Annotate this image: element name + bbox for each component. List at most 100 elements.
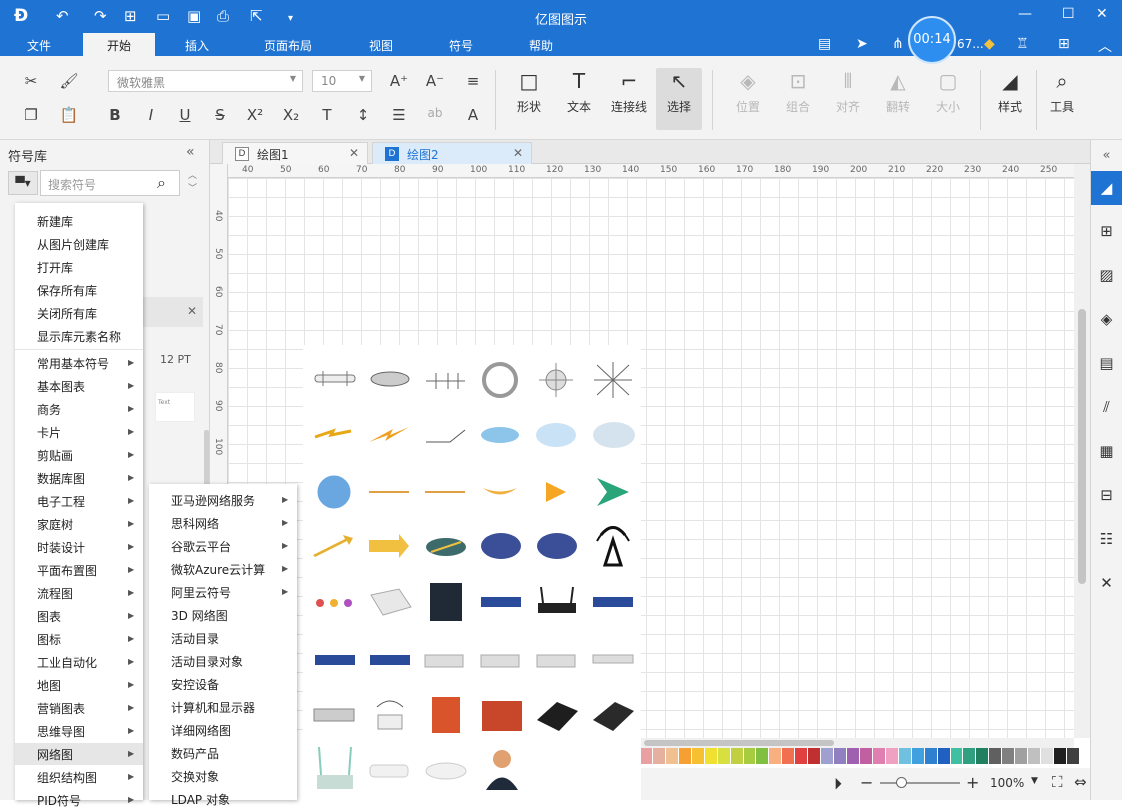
tab-page-layout[interactable]: 页面布局 (264, 37, 312, 54)
yellow-arrow-symbol[interactable] (313, 535, 353, 557)
menu-category-item[interactable]: 流程图 (37, 585, 73, 602)
align-button[interactable]: ⫴ 对齐 (826, 68, 870, 115)
wing-symbol[interactable] (483, 488, 517, 495)
tab-insert[interactable]: 插入 (185, 37, 209, 54)
color-swatch[interactable] (989, 748, 1002, 764)
network-submenu-item[interactable]: 安控设备 (171, 676, 219, 693)
library-group-header[interactable]: ✕ (143, 297, 203, 327)
color-swatch[interactable] (678, 748, 691, 764)
close-tab-icon[interactable]: ✕ (349, 146, 359, 160)
select-tool-button[interactable]: ↖ 选择 (656, 68, 702, 130)
size-button[interactable]: ▢ 大小 (926, 68, 970, 115)
table-panel-icon[interactable]: ▦ (1091, 442, 1122, 460)
fit-page-icon[interactable]: ⛶ (1052, 773, 1063, 791)
zoom-in-icon[interactable]: + (966, 773, 979, 792)
bullets-icon[interactable]: ☰ (388, 106, 410, 124)
globe-symbol[interactable] (316, 474, 352, 510)
color-swatch[interactable] (847, 748, 859, 764)
color-swatch[interactable] (924, 748, 937, 764)
menu-category-item[interactable]: 图标 (37, 631, 61, 648)
network-submenu-item[interactable]: 3D 网络图 (171, 607, 228, 624)
color-swatch[interactable] (950, 748, 963, 764)
color-swatch[interactable] (756, 748, 769, 764)
minimize-button[interactable]: — (1018, 6, 1032, 22)
italic-icon[interactable]: I (140, 106, 162, 124)
brick-firewall-symbol[interactable] (482, 701, 522, 731)
network-submenu-item[interactable]: 思科网络 (171, 515, 219, 532)
library-scroll-arrows[interactable]: ︿ ﹀ (188, 170, 197, 196)
network-submenu-item[interactable]: 活动目录对象 (171, 653, 243, 670)
wireless-ap-symbol[interactable] (370, 588, 412, 616)
color-swatch[interactable] (937, 748, 950, 764)
fill-panel-icon[interactable]: ◢ (1091, 171, 1122, 205)
line-spacing-icon[interactable]: ↕ (352, 106, 374, 124)
star-node-symbol[interactable] (539, 363, 573, 397)
copy-icon[interactable]: ❐ (20, 106, 42, 124)
network-switch-symbol[interactable] (593, 597, 633, 607)
connector-tool-button[interactable]: ⌐ 连接线 (607, 68, 651, 115)
block-arrow-symbol[interactable] (369, 534, 409, 558)
menu-category-item[interactable]: 卡片 (37, 424, 61, 441)
group-button[interactable]: ⊡ 组合 (776, 68, 820, 115)
triangle-arrow-symbol[interactable] (546, 482, 566, 502)
network-submenu-item[interactable]: 阿里云符号 (171, 584, 231, 601)
patch-panel-symbol[interactable] (424, 654, 464, 668)
align-text-icon[interactable]: ≡ (462, 72, 484, 90)
tab-file[interactable]: 文件 (27, 37, 51, 54)
menu-category-item[interactable]: 家庭树 (37, 516, 73, 533)
menu-category-item[interactable]: 网络图 (37, 746, 73, 763)
menu-category-item[interactable]: PID符号 (37, 792, 81, 809)
antenna-tower-symbol[interactable] (596, 526, 630, 567)
menu-category-item[interactable]: 平面布置图 (37, 562, 97, 579)
publish-icon[interactable]: ➤ (856, 36, 868, 52)
network-submenu-item[interactable]: 交换对象 (171, 768, 219, 785)
color-swatch[interactable] (1028, 748, 1041, 764)
font-size-select[interactable]: 10 ▼ (312, 70, 372, 92)
menu-category-item[interactable]: 组织结构图 (37, 769, 97, 786)
menu-show-element-names[interactable]: 显示库元素名称 (37, 328, 121, 345)
color-swatch[interactable] (821, 748, 834, 764)
doc-tab-drawing2[interactable]: D 绘图2 ✕ (372, 142, 532, 164)
star-symbol[interactable] (594, 362, 632, 398)
access-point-symbol[interactable] (369, 764, 409, 778)
zoom-level[interactable]: 100% (990, 776, 1024, 790)
blue-cloud-2-symbol[interactable] (537, 533, 577, 559)
text-case-icon[interactable]: T (316, 106, 338, 124)
shuffle-panel-icon[interactable]: ✕ (1091, 574, 1122, 592)
decrease-font-icon[interactable]: A⁻ (424, 72, 446, 90)
color-swatch[interactable] (976, 748, 989, 764)
expand-panel-icon[interactable]: « (1091, 148, 1122, 163)
underline-icon[interactable]: U (174, 106, 196, 124)
color-swatch[interactable] (1002, 748, 1015, 764)
dots-symbol[interactable] (316, 599, 352, 607)
tab-help[interactable]: 帮助 (529, 37, 553, 54)
color-swatch[interactable] (640, 748, 652, 764)
network-submenu-item[interactable]: 计算机和显示器 (171, 699, 255, 716)
menu-category-item[interactable]: 数据库图 (37, 470, 85, 487)
modem-2-symbol[interactable] (593, 702, 634, 731)
color-swatch[interactable] (963, 748, 976, 764)
color-swatch[interactable] (717, 748, 730, 764)
network-submenu-item[interactable]: 详细网络图 (171, 722, 231, 739)
router-symbol[interactable] (538, 586, 576, 613)
menu-new-library[interactable]: 新建库 (37, 213, 73, 230)
server-rack-symbol[interactable] (430, 583, 462, 621)
color-swatch[interactable] (652, 748, 665, 764)
color-swatch[interactable] (795, 748, 808, 764)
font-family-select[interactable]: 微软雅黑 ▼ (108, 70, 303, 92)
bold-icon[interactable]: B (104, 106, 126, 124)
hub-symbol[interactable] (314, 371, 356, 386)
page-layout-panel-icon[interactable]: ⊞ (1091, 222, 1122, 240)
network-submenu-item[interactable]: 微软Azure云计算 (171, 561, 265, 578)
link-line-symbol[interactable] (426, 429, 466, 443)
wifi-router-symbol[interactable] (317, 746, 353, 789)
font-color-icon[interactable]: A (462, 106, 484, 124)
lightning-bolt-symbol[interactable] (369, 427, 409, 442)
user-avatar-symbol[interactable] (486, 750, 518, 790)
switch-symbol[interactable] (481, 597, 521, 607)
increase-font-icon[interactable]: A⁺ (388, 72, 410, 90)
layers-panel-icon[interactable]: ◈ (1091, 310, 1122, 328)
zoom-dropdown-icon[interactable]: ▼ (1031, 776, 1038, 786)
search-icon[interactable]: ⌕ (157, 173, 166, 193)
tools-button[interactable]: ⌕ 工具 (1040, 68, 1084, 115)
